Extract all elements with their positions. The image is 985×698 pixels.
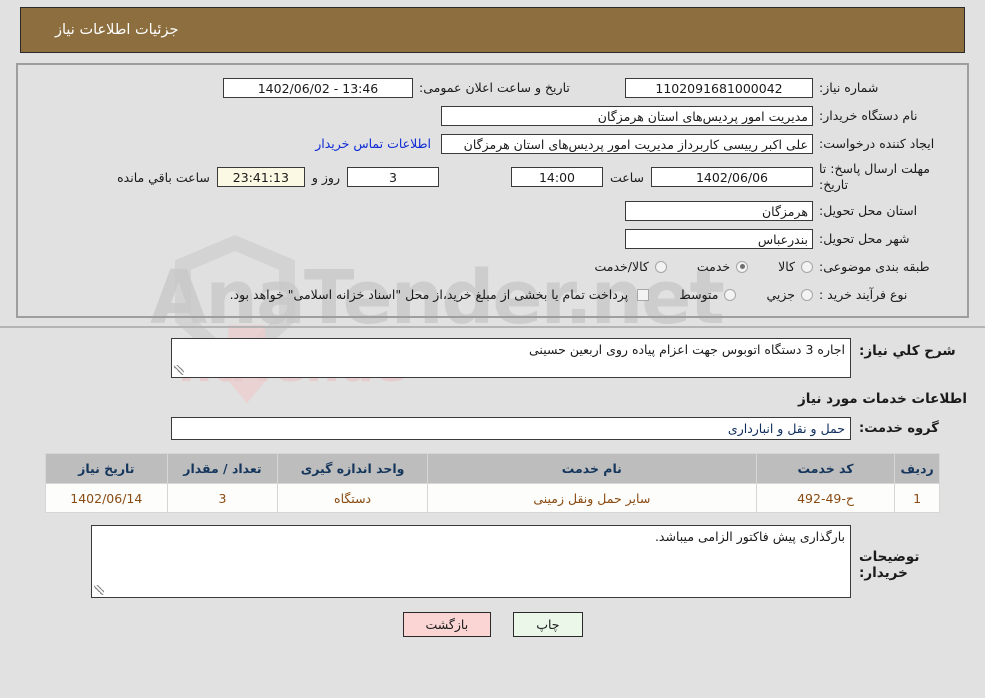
radio-process-medium-indicator (724, 288, 737, 301)
cell-service-name: سایر حمل ونقل زمینی (426, 483, 757, 513)
treasury-bond-checkbox[interactable] (637, 288, 650, 301)
deadline-date-field: 1402/06/06 (651, 167, 813, 187)
page-title-bar: جزئیات اطلاعات نیاز (20, 7, 965, 53)
services-table: ردیف کد خدمت نام خدمت واحد اندازه گیری ت… (45, 453, 940, 513)
response-deadline-label: مهلت ارسال پاسخ: تا تاریخ: (813, 160, 959, 194)
remaining-days-label: روز و (311, 169, 340, 185)
need-number-label: شماره نیاز: (819, 80, 879, 95)
buyer-contact-link[interactable]: اطلاعات تماس خریدار (305, 136, 441, 151)
buyer-notes-row: توضیحات خریدار: بارگذاری پیش فاکتور الزا… (16, 525, 969, 598)
cell-radif: 1 (894, 483, 940, 513)
radio-category-goods-service-label: کالا/خدمت (594, 259, 649, 274)
radio-category-service-label: خدمت (696, 259, 731, 274)
subject-category-label: طبقه بندی موضوعی: (819, 259, 930, 274)
th-need-date: تاریخ نیاز (45, 453, 168, 484)
page-root: جزئیات اطلاعات نیاز شماره نیاز: 11020916… (0, 7, 985, 637)
print-button[interactable]: چاپ (513, 612, 583, 637)
row-delivery-city: شهر محل تحویل: بندرعباس (26, 226, 959, 251)
service-group-row: گروه خدمت: حمل و نقل و انبارداری (16, 417, 969, 440)
remaining-time-counter: 23:41:13 (216, 167, 305, 187)
need-description-label: شرح کلي نیاز: (859, 343, 956, 359)
table-header-row: ردیف کد خدمت نام خدمت واحد اندازه گیری ت… (45, 453, 940, 484)
table-row: 1 ح-49-492 سایر حمل ونقل زمینی دستگاه 3 … (45, 483, 940, 513)
remaining-days-field: 3 (346, 167, 439, 187)
cell-service-code: ح-49-492 (755, 483, 896, 513)
deadline-hour-field: 14:00 (510, 167, 603, 187)
delivery-province-label: استان محل تحویل: (819, 203, 918, 218)
th-unit: واحد اندازه گیری (277, 453, 428, 484)
buyer-org-label: نام دستگاه خریدار: (819, 108, 918, 123)
th-service-name: نام خدمت (426, 453, 757, 484)
th-radif: ردیف (894, 453, 940, 484)
row-need-number: شماره نیاز: 1102091681000042 تاریخ و ساع… (26, 75, 959, 100)
row-buyer-org: نام دستگاه خریدار: مدیریت امور پردیس‌های… (26, 103, 959, 128)
need-number-field: 1102091681000042 (625, 77, 813, 98)
radio-category-goods-service[interactable]: کالا/خدمت (594, 259, 667, 274)
need-description-row: شرح کلي نیاز: اجاره 3 دستگاه اتوبوس جهت … (16, 338, 969, 378)
row-request-creator: ایجاد کننده درخواست: علی اکبر رییسی کارب… (26, 131, 959, 156)
remaining-time-label: ساعت باقي مانده (117, 169, 210, 185)
radio-process-medium[interactable]: متوسط (679, 287, 737, 302)
treasury-bond-note: پرداخت تمام یا بخشی از مبلغ خرید،از محل … (229, 287, 629, 302)
radio-category-goods-indicator (801, 260, 813, 273)
need-description-section: شرح کلي نیاز: اجاره 3 دستگاه اتوبوس جهت … (16, 328, 969, 440)
request-creator-field: علی اکبر رییسی کاربرداز مدیریت امور پردی… (441, 133, 813, 154)
radio-category-service[interactable]: خدمت (696, 259, 749, 274)
request-creator-label: ایجاد کننده درخواست: (819, 136, 935, 151)
row-purchase-process: نوع فرآیند خرید : جزیي متوسط پرداخت تمام… (26, 282, 959, 307)
radio-category-goods-label: کالا (778, 259, 795, 274)
need-description-textarea[interactable]: اجاره 3 دستگاه اتوبوس جهت اعزام پیاده رو… (171, 338, 851, 378)
radio-process-minor-indicator (801, 288, 813, 301)
row-delivery-province: استان محل تحویل: هرمزگان (26, 198, 959, 223)
service-group-field: حمل و نقل و انبارداری (171, 417, 851, 440)
buyer-notes-section: توضیحات خریدار: بارگذاری پیش فاکتور الزا… (16, 513, 969, 598)
purchase-process-label: نوع فرآیند خرید : (819, 287, 908, 302)
delivery-city-field: بندرعباس (625, 228, 813, 249)
subject-category-radio-group: کالا خدمت کالا/خدمت (564, 259, 813, 274)
back-button[interactable]: بازگشت (402, 612, 492, 637)
radio-category-goods[interactable]: کالا (778, 259, 813, 274)
buyer-org-field: مدیریت امور پردیس‌های استان هرمزگان (441, 105, 813, 126)
response-deadline-label-line2: تاریخ: (819, 177, 849, 192)
deadline-hour-label: ساعت (609, 169, 644, 185)
cell-need-date: 1402/06/14 (45, 483, 168, 513)
cell-quantity: 3 (166, 483, 279, 513)
announce-datetime-label: تاریخ و ساعت اعلان عمومی: (419, 80, 570, 95)
row-response-deadline: مهلت ارسال پاسخ: تا تاریخ: 1402/06/06 سا… (26, 159, 959, 195)
th-service-code: کد خدمت (755, 453, 896, 484)
services-table-wrapper: ردیف کد خدمت نام خدمت واحد اندازه گیری ت… (0, 453, 985, 513)
delivery-city-label: شهر محل تحویل: (819, 231, 910, 246)
th-quantity: تعداد / مقدار (166, 453, 279, 484)
radio-process-minor[interactable]: جزیي (766, 287, 813, 302)
need-summary-panel: شماره نیاز: 1102091681000042 تاریخ و ساع… (16, 63, 969, 318)
radio-process-minor-label: جزیي (766, 287, 795, 302)
delivery-province-field: هرمزگان (625, 200, 813, 221)
page-title: جزئیات اطلاعات نیاز (55, 22, 179, 38)
row-subject-category: طبقه بندی موضوعی: کالا خدمت کالا/خدمت (26, 254, 959, 279)
purchase-process-radio-group: جزیي متوسط (649, 287, 813, 302)
radio-category-goods-service-indicator (654, 260, 667, 273)
radio-category-service-indicator (736, 260, 749, 273)
buyer-notes-textarea[interactable]: بارگذاری پیش فاکتور الزامی میباشد. (91, 525, 851, 598)
radio-process-medium-label: متوسط (679, 287, 719, 302)
response-deadline-label-line1: مهلت ارسال پاسخ: تا (819, 161, 930, 176)
services-section-heading: اطلاعات خدمات مورد نیاز (797, 391, 967, 407)
action-button-bar: چاپ بازگشت (0, 612, 985, 637)
buyer-notes-label: توضیحات خریدار: (859, 549, 920, 581)
announce-datetime-field: 1402/06/02 - 13:46 (223, 77, 413, 98)
service-group-label: گروه خدمت: (859, 421, 939, 436)
cell-unit: دستگاه (277, 483, 428, 513)
